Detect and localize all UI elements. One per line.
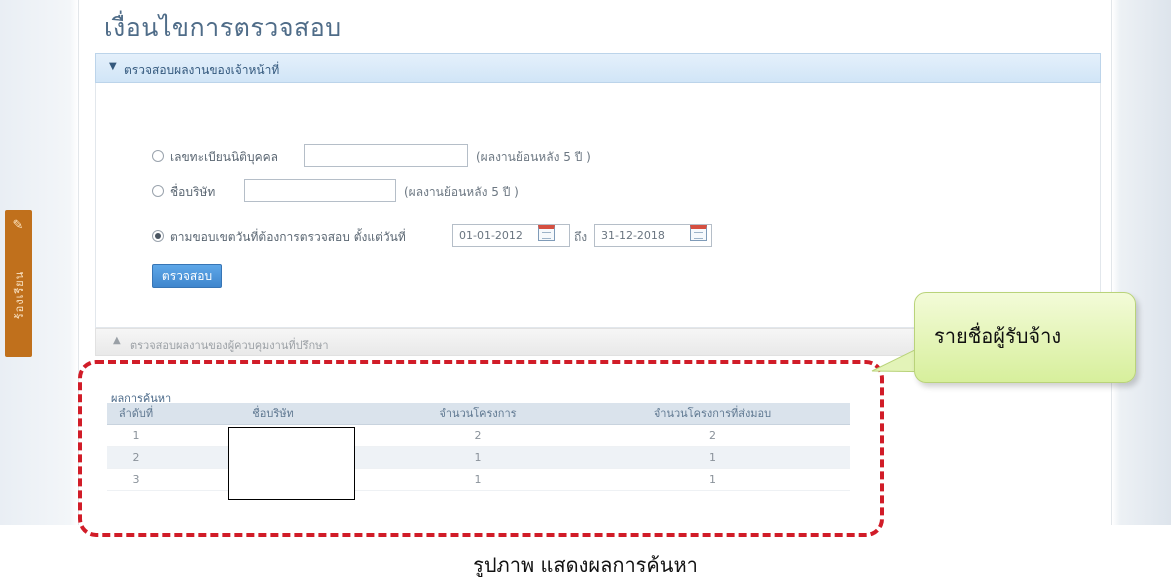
company-name-hint: (ผลงานย้อนหลัง 5 ปี ) [404, 185, 519, 199]
highlight-frame [78, 360, 884, 537]
result-panel-title: ตรวจสอบผลงานของผู้ควบคุมงานที่ปรึกษา [130, 339, 329, 352]
company-name-radio[interactable] [152, 185, 164, 197]
side-tab-label: ร้องเรียน [13, 270, 26, 320]
check-button[interactable]: ตรวจสอบ [152, 264, 222, 288]
calendar-icon[interactable] [538, 225, 555, 241]
date-range-row: ตามขอบเขตวันที่ต้องการตรวจสอบ ตั้งแต่วัน… [152, 224, 732, 250]
company-name-input[interactable] [244, 179, 396, 202]
registration-number-row: เลขทะเบียนนิติบุคคล (ผลงานย้อนหลัง 5 ปี … [152, 144, 712, 170]
calendar-icon[interactable] [690, 225, 707, 241]
page-title: เงื่อนไขการตรวจสอบ [104, 13, 342, 42]
figure-caption: รูปภาพ แสดงผลการค้นหา [473, 553, 698, 577]
callout-label: รายชื่อผู้รับจ้าง [934, 324, 1062, 348]
registration-number-radio[interactable] [152, 150, 164, 162]
screenshot-figure: ✎ ร้องเรียน เงื่อนไขการตรวจสอบ ▼ ตรวจสอบ… [0, 0, 1171, 581]
company-name-row: ชื่อบริษัท (ผลงานย้อนหลัง 5 ปี ) [152, 179, 712, 205]
collapse-caret-icon: ▼ [109, 61, 117, 72]
date-to-label: ถึง [574, 230, 588, 244]
registration-number-label: เลขทะเบียนนิติบุคคล [170, 150, 278, 164]
company-name-label: ชื่อบริษัท [170, 185, 216, 199]
registration-number-hint: (ผลงานย้อนหลัง 5 ปี ) [476, 150, 591, 164]
date-range-radio[interactable] [152, 230, 164, 242]
date-range-label: ตามขอบเขตวันที่ต้องการตรวจสอบ ตั้งแต่วัน… [170, 230, 406, 244]
side-tab[interactable]: ✎ ร้องเรียน [5, 210, 32, 357]
registration-number-input[interactable] [304, 144, 468, 167]
expand-caret-icon: ▲ [113, 335, 121, 346]
search-panel-title: ตรวจสอบผลงานของเจ้าหน้าที่ [124, 63, 280, 77]
search-panel-header[interactable]: ▼ ตรวจสอบผลงานของเจ้าหน้าที่ [95, 53, 1101, 83]
pen-icon: ✎ [12, 218, 24, 233]
